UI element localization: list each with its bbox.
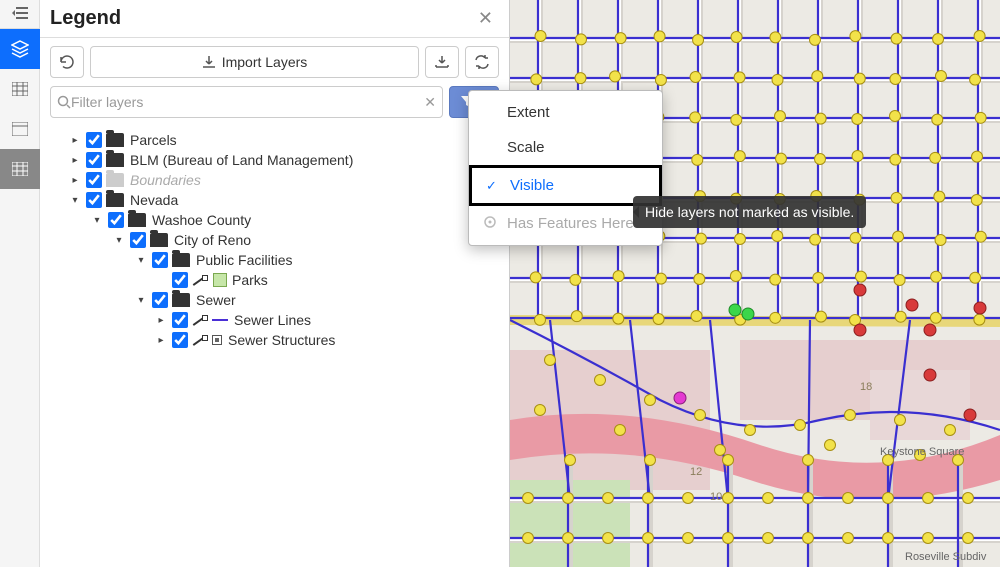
tree-node-label[interactable]: Sewer	[196, 292, 236, 308]
layer-visibility-checkbox[interactable]	[172, 272, 188, 288]
map-label-keystone: Keystone Square	[880, 446, 964, 458]
tree-node[interactable]: ▸ Sewer Lines	[154, 310, 503, 330]
tree-node[interactable]: ▾ City of Reno	[112, 230, 503, 250]
map-label-10: 10	[710, 491, 722, 503]
folder-icon	[106, 193, 124, 207]
tree-node[interactable]: ▸ Boundaries	[68, 170, 503, 190]
caret-right-icon[interactable]: ▸	[68, 155, 82, 166]
import-all-button[interactable]	[425, 46, 459, 78]
layer-visibility-checkbox[interactable]	[86, 152, 102, 168]
import-layers-button[interactable]: Import Layers	[90, 46, 419, 78]
layer-visibility-checkbox[interactable]	[172, 312, 188, 328]
nav-layers[interactable]	[0, 29, 40, 69]
nav-panel[interactable]	[0, 109, 40, 149]
caret-right-icon[interactable]: ▸	[68, 135, 82, 146]
layer-visibility-checkbox[interactable]	[130, 232, 146, 248]
tree-node[interactable]: ▾ Public Facilities	[134, 250, 503, 270]
caret-right-icon[interactable]: ▸	[154, 335, 168, 346]
nav-table[interactable]	[0, 69, 40, 109]
layer-type-icon	[192, 273, 206, 287]
search-icon	[57, 95, 71, 109]
sync-button[interactable]	[465, 46, 499, 78]
filter-menu-label: Visible	[510, 177, 554, 194]
layer-type-icon	[192, 313, 206, 327]
caret-down-icon[interactable]: ▾	[134, 295, 148, 306]
tree-node[interactable]: Parks	[154, 270, 503, 290]
tree-node-label[interactable]: Sewer Structures	[228, 332, 335, 348]
caret-right-icon[interactable]: ▸	[154, 315, 168, 326]
line-symbol-icon	[212, 319, 228, 321]
filter-menu-label: Has Features Here	[507, 215, 634, 232]
close-panel-button[interactable]: ✕	[472, 6, 499, 31]
caret-down-icon[interactable]: ▾	[90, 215, 104, 226]
folder-icon	[172, 293, 190, 307]
filter-menu-label: Extent	[507, 104, 550, 121]
import-layers-label: Import Layers	[222, 54, 308, 70]
tree-node-label[interactable]: Washoe County	[152, 212, 251, 228]
folder-icon	[106, 153, 124, 167]
download-icon	[202, 55, 216, 69]
layer-visibility-checkbox[interactable]	[172, 332, 188, 348]
caret-down-icon[interactable]: ▾	[134, 255, 148, 266]
parks-symbol-icon	[212, 272, 228, 288]
map-label-18: 18	[860, 381, 872, 393]
filter-layers-field[interactable]: ✕	[50, 86, 443, 118]
tree-node[interactable]: ▾ Washoe County	[90, 210, 503, 230]
collapse-rail-button[interactable]	[0, 0, 39, 29]
tree-node[interactable]: ▸ Sewer Structures	[154, 330, 503, 350]
legend-panel: Legend ✕ Import Layers ✕	[40, 0, 510, 567]
layer-visibility-checkbox[interactable]	[86, 132, 102, 148]
filter-layers-input[interactable]	[71, 94, 424, 110]
caret-down-icon[interactable]: ▾	[68, 195, 82, 206]
filter-menu-item[interactable]: Extent	[469, 95, 662, 130]
tree-node-label[interactable]: Parcels	[130, 132, 177, 148]
tree-node-label[interactable]: City of Reno	[174, 232, 251, 248]
caret-right-icon[interactable]: ▸	[68, 175, 82, 186]
tree-node-label[interactable]: BLM (Bureau of Land Management)	[130, 152, 353, 168]
layer-visibility-checkbox[interactable]	[86, 172, 102, 188]
layer-visibility-checkbox[interactable]	[152, 252, 168, 268]
tree-node[interactable]: ▾ Sewer	[134, 290, 503, 310]
map-canvas[interactable]: 12 10 18 Keystone Square Roseville Subdi…	[510, 0, 1000, 567]
folder-icon	[128, 213, 146, 227]
map-label-roseville: Roseville Subdiv	[905, 551, 987, 563]
caret-down-icon[interactable]: ▾	[112, 235, 126, 246]
nav-rail	[0, 0, 40, 567]
layer-visibility-checkbox[interactable]	[108, 212, 124, 228]
tree-node[interactable]: ▾ Nevada	[68, 190, 503, 210]
layer-tree: ▸ Parcels ▸ BLM (Bureau of Land Management)…	[40, 126, 509, 354]
tree-node-label[interactable]: Public Facilities	[196, 252, 292, 268]
layer-type-icon	[192, 333, 206, 347]
tree-node[interactable]: ▸ BLM (Bureau of Land Management)	[68, 150, 503, 170]
tooltip: Hide layers not marked as visible.	[633, 196, 866, 228]
clear-filter-button[interactable]: ✕	[424, 94, 436, 111]
folder-icon	[172, 253, 190, 267]
folder-icon	[150, 233, 168, 247]
check-icon	[483, 215, 497, 232]
folder-icon	[106, 133, 124, 147]
refresh-button[interactable]	[50, 46, 84, 78]
point-symbol-icon	[212, 335, 222, 345]
panel-title: Legend	[50, 7, 121, 30]
filter-menu-label: Scale	[507, 139, 545, 156]
refresh-icon	[59, 54, 75, 70]
layer-visibility-checkbox[interactable]	[152, 292, 168, 308]
tree-node-label[interactable]: Nevada	[130, 192, 178, 208]
folder-icon	[106, 173, 124, 187]
tree-node-label[interactable]: Boundaries	[130, 172, 201, 188]
sync-icon	[474, 55, 490, 69]
tree-node-label[interactable]: Parks	[232, 272, 268, 288]
nav-grid[interactable]	[0, 149, 40, 189]
download-bar-icon	[435, 55, 449, 69]
filter-menu-item[interactable]: Scale	[469, 130, 662, 165]
tree-node-label[interactable]: Sewer Lines	[234, 312, 311, 328]
tree-node[interactable]: ▸ Parcels	[68, 130, 503, 150]
map-label-12: 12	[690, 466, 702, 478]
check-icon: ✓	[486, 178, 500, 194]
layer-visibility-checkbox[interactable]	[86, 192, 102, 208]
